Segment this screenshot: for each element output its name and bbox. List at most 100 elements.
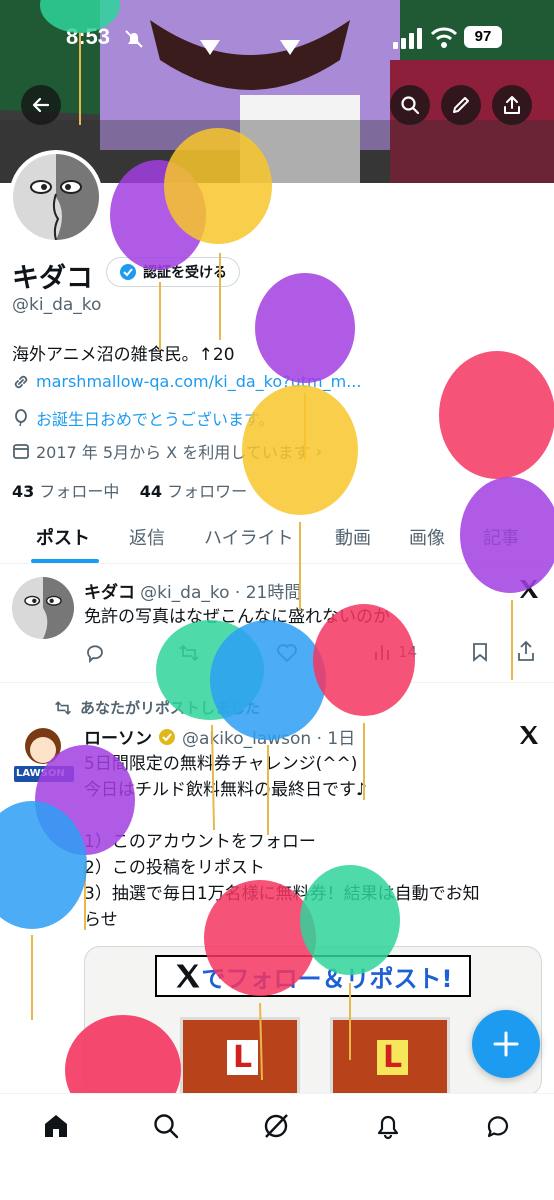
- followers-link[interactable]: 44 フォロワー: [140, 482, 247, 501]
- post-avatar[interactable]: [12, 577, 74, 639]
- following-count: 43: [12, 482, 35, 501]
- status-bar: 8:53 97: [0, 20, 554, 56]
- compose-button[interactable]: [472, 1010, 540, 1078]
- status-time: 8:53: [66, 24, 111, 49]
- post-header: キダコ @ki_da_ko · 21時間: [84, 578, 301, 603]
- profile-handle: @ki_da_ko: [12, 295, 102, 315]
- get-verified-label: 認証を受ける: [143, 265, 227, 281]
- profile-name: キダコ: [12, 263, 93, 294]
- cup-logo-right: L: [377, 1040, 409, 1075]
- plus-icon: [493, 1031, 519, 1057]
- calendar-icon: [13, 444, 29, 459]
- wifi-icon: [430, 27, 458, 48]
- x-logo-icon: [176, 964, 199, 988]
- post2-line: [84, 803, 544, 829]
- link-icon: [14, 375, 28, 388]
- reply-icon: [87, 645, 103, 664]
- lawson-badge: LAWSON: [16, 768, 65, 779]
- balloon-icon: [15, 409, 27, 427]
- drink-cup-left: L: [180, 1017, 300, 1095]
- search-icon: [401, 96, 420, 115]
- card-banner: でフォロー＆リポスト!: [155, 955, 471, 997]
- tab-highlights[interactable]: ハイライト: [204, 524, 294, 550]
- post2-line: 1）このアカウントをフォロー: [84, 832, 316, 852]
- get-verified-button[interactable]: 認証を受ける: [106, 257, 240, 287]
- silent-bell-icon: [125, 30, 143, 48]
- tab-posts[interactable]: ポスト: [36, 524, 90, 550]
- profile-link-row[interactable]: marshmallow-qa.com/ki_da_ko?utm_m...: [12, 372, 361, 391]
- repost-icon: [179, 644, 199, 662]
- post2-line: 3）抽選で毎日1万名様に無料券！結果は自動でお知: [84, 884, 480, 904]
- post2-line: らせ: [84, 910, 118, 930]
- active-tab-indicator: [31, 559, 99, 563]
- media-card[interactable]: でフォロー＆リポスト! L L: [84, 946, 542, 1096]
- post2-author-meta: @akiko_lawson · 1日: [182, 729, 356, 749]
- post2-author-name[interactable]: ローソン: [84, 724, 152, 749]
- cellular-signal-icon: [393, 28, 422, 49]
- avatar-image: [13, 154, 99, 240]
- pencil-icon: [453, 97, 469, 113]
- share-button[interactable]: [492, 85, 532, 125]
- views-button[interactable]: 14: [372, 642, 417, 662]
- post2-line: 今日はチルド飲料無料の最終日です♪: [84, 780, 367, 800]
- repost-button[interactable]: [178, 642, 200, 664]
- verified-badge-icon: [120, 264, 136, 280]
- profile-avatar[interactable]: [9, 150, 103, 244]
- post-share-button[interactable]: [516, 640, 536, 662]
- profile-bio: 海外アニメ沼の雑食民。↑20: [12, 345, 235, 365]
- tab-articles[interactable]: 記事: [483, 524, 519, 550]
- notifications-bell-icon[interactable]: [374, 1112, 402, 1140]
- post-author-name[interactable]: キダコ: [84, 583, 135, 603]
- bookmark-button[interactable]: [470, 642, 490, 662]
- gold-verified-icon: [159, 728, 175, 745]
- bookmark-icon: [473, 643, 487, 662]
- share-icon: [504, 96, 520, 114]
- post2-line: 2）この投稿をリポスト: [84, 858, 265, 878]
- balloon: [0, 801, 87, 1020]
- repost-indicator: あなたがリポストしました: [54, 697, 260, 718]
- like-button[interactable]: [276, 642, 298, 664]
- lawson-avatar[interactable]: LAWSON: [12, 722, 74, 784]
- repost-label: あなたがリポストしました: [80, 699, 261, 717]
- birthday-row: お誕生日おめでとうございます。: [12, 406, 274, 430]
- post2-text: 5日間限定の無料券チャレンジ(^^) 今日はチルド飲料無料の最終日です♪ 1）こ…: [84, 751, 544, 933]
- x-logo-icon: [520, 726, 538, 744]
- post2-line: 5日間限定の無料券チャレンジ(^^): [84, 754, 358, 774]
- followers-count: 44: [139, 482, 162, 501]
- messages-icon[interactable]: [484, 1112, 512, 1140]
- balloon: [110, 160, 206, 350]
- follow-counts: 43 フォロー中 44 フォロワー: [12, 478, 247, 502]
- x-logo-icon: [520, 580, 538, 598]
- search-button[interactable]: [390, 85, 430, 125]
- post-author-meta: @ki_da_ko · 21時間: [140, 583, 302, 603]
- grok-icon[interactable]: [262, 1112, 290, 1140]
- edit-button[interactable]: [441, 85, 481, 125]
- tab-videos[interactable]: 動画: [335, 524, 371, 550]
- bottom-navigation: [0, 1093, 554, 1200]
- chevron-right-icon: ›: [315, 441, 323, 461]
- post-divider: [0, 682, 554, 683]
- bar-chart-icon: [375, 645, 389, 660]
- following-label: フォロー中: [39, 482, 120, 501]
- profile-link[interactable]: marshmallow-qa.com/ki_da_ko?utm_m...: [36, 372, 361, 391]
- post-text: 免許の写真はなぜこんなに盛れないのか: [84, 607, 390, 627]
- share-icon: [518, 640, 534, 661]
- reply-button[interactable]: [84, 642, 106, 664]
- tab-images[interactable]: 画像: [409, 524, 445, 550]
- search-icon[interactable]: [152, 1112, 180, 1140]
- balloon: [255, 273, 355, 460]
- heart-icon: [277, 644, 297, 663]
- drink-cup-right: L: [330, 1017, 450, 1095]
- home-icon[interactable]: [42, 1112, 70, 1140]
- tab-replies[interactable]: 返信: [129, 524, 165, 550]
- balloon: [439, 351, 554, 479]
- joined-row[interactable]: 2017 年 5月から X を利用しています ›: [12, 439, 322, 463]
- joined-text: 2017 年 5月から X を利用しています: [36, 443, 310, 462]
- profile-tabs: ポスト 返信 ハイライト 動画 画像 記事: [0, 512, 554, 564]
- battery-indicator: 97: [464, 26, 502, 48]
- back-button[interactable]: [21, 85, 61, 125]
- following-link[interactable]: 43 フォロー中: [12, 482, 119, 501]
- followers-label: フォロワー: [167, 482, 248, 501]
- arrow-left-icon: [32, 97, 50, 113]
- post-avatar-image: [12, 577, 74, 639]
